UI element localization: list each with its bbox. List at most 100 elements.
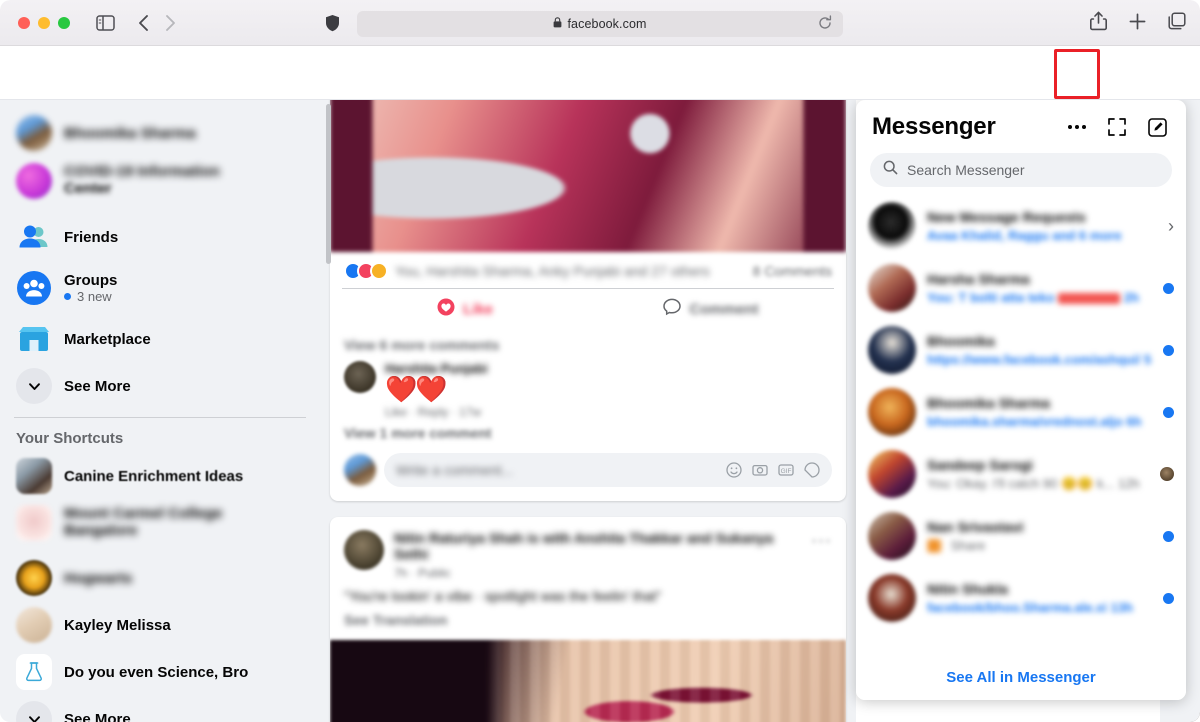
sidebar-item-marketplace[interactable]: Marketplace <box>8 317 312 361</box>
post-reactions-row[interactable]: You, Harshita Sharma, Anky Punjabi and 2… <box>330 252 846 288</box>
comment-item: Harshita Punjabi ❤️❤️ Like · Reply · 17w <box>330 355 846 421</box>
like-button[interactable]: Like <box>342 289 588 329</box>
message-thread-row[interactable]: Sandeep Sarogi You: Okay. I'll catch 90 … <box>856 443 1186 505</box>
minimize-window-button[interactable] <box>38 16 50 29</box>
write-comment-input[interactable]: Write a comment... GIF <box>384 453 832 488</box>
post-body-text: "You're lookin' a vibe · spotlight was t… <box>344 588 662 605</box>
thread-name: Bhoomika Sharma <box>927 395 1050 411</box>
compose-icon[interactable] <box>1144 114 1170 140</box>
unread-indicator <box>1163 406 1174 418</box>
chevron-right-icon[interactable]: › <box>1168 216 1174 237</box>
see-more-label: See More <box>64 710 131 722</box>
avatar <box>868 450 916 498</box>
sidebar-item-see-more[interactable]: See More <box>8 364 312 408</box>
post-photo[interactable] <box>330 100 846 252</box>
friends-icon <box>16 219 52 255</box>
shortcut-item-hogwarts[interactable]: Hogwarts <box>8 556 312 600</box>
sidebar-item-label: See More <box>64 377 131 395</box>
messenger-search-placeholder: Search Messenger <box>907 162 1025 178</box>
post-actions-row: Like Comment <box>342 288 834 329</box>
message-thread-row[interactable]: Nitin Shukla facebook/bhoo.Sharma.ale.xi… <box>856 567 1186 629</box>
shortcuts-see-more[interactable]: See More <box>8 697 312 722</box>
sidebar-item-label: COVID-19 Information <box>64 163 220 180</box>
left-sidebar[interactable]: Bhoomika Sharma COVID-19 Information Cen… <box>0 100 320 722</box>
write-comment-placeholder: Write a comment... <box>396 462 514 479</box>
post-author-title[interactable]: Nitin Raturiya Shah is with Anshita Thak… <box>394 530 801 562</box>
reload-icon[interactable] <box>817 15 835 33</box>
feed-scrollbar[interactable] <box>326 104 331 264</box>
thread-name: Sandeep Sarogi <box>927 456 1033 473</box>
message-thread-row[interactable]: Bhoomika https://www.facebook.com/ashqui… <box>856 319 1186 381</box>
message-thread-row[interactable]: New Message Requests Avaa Khalid, Raggu … <box>856 195 1186 257</box>
shortcut-item-canine-enrichment[interactable]: Canine Enrichment Ideas <box>8 454 312 498</box>
messenger-title: Messenger <box>872 113 996 140</box>
gif-icon[interactable]: GIF <box>778 462 794 478</box>
view-more-comments-link[interactable]: View 6 more comments <box>330 329 846 355</box>
shortcut-thumbnail <box>16 505 52 541</box>
sidebar-item-sub: 3 new <box>64 289 117 304</box>
thread-preview: bhoomika.sharma/vrednost.aljo 6h <box>927 414 1152 429</box>
browser-toolbar-right <box>1090 11 1186 31</box>
messenger-panel[interactable]: Messenger Search Messenger New Message R… <box>856 100 1186 700</box>
window-traffic-lights[interactable] <box>18 16 70 29</box>
avatar[interactable] <box>344 530 384 571</box>
unread-indicator <box>1163 282 1174 294</box>
sidebar-item-covid-center[interactable]: COVID-19 Information Center <box>8 158 312 212</box>
message-thread-row[interactable]: Bhoomika Sharma bhoomika.sharma/vrednost… <box>856 381 1186 443</box>
view-one-more-comment-link[interactable]: View 1 more comment <box>330 421 846 449</box>
avatar <box>868 264 916 312</box>
messenger-thread-list[interactable]: New Message Requests Avaa Khalid, Raggu … <box>856 191 1186 654</box>
emoji-icon[interactable] <box>726 462 742 478</box>
thread-time: 2h <box>1123 290 1140 305</box>
chevron-down-icon <box>16 368 52 404</box>
avatar <box>868 574 916 622</box>
thread-preview: Share <box>927 538 1152 554</box>
sticker-icon[interactable] <box>804 462 820 478</box>
thread-preview: Avaa Khalid, Raggu and 6 more <box>927 228 1122 243</box>
tab-overview-icon[interactable] <box>1168 12 1186 30</box>
facebook-header <box>0 46 1200 100</box>
avatar <box>868 326 916 374</box>
forward-button[interactable] <box>164 14 177 32</box>
expand-icon[interactable] <box>1104 114 1130 140</box>
sidebar-toggle-icon[interactable] <box>96 14 115 31</box>
back-button[interactable] <box>137 14 150 32</box>
privacy-shield-icon[interactable] <box>325 14 340 32</box>
close-window-button[interactable] <box>18 16 30 29</box>
see-all-in-messenger-button[interactable]: See All in Messenger <box>856 654 1186 700</box>
thread-preview-text: You: Okay. I'll catch 90 😊😊 k... <box>927 475 1115 491</box>
thread-preview-text: bhoomika.sharma/vrednost.aljo <box>927 414 1123 429</box>
sidebar-item-profile[interactable]: Bhoomika Sharma <box>8 111 312 155</box>
address-bar[interactable]: facebook.com <box>357 11 843 37</box>
comments-count[interactable]: 8 Comments <box>753 263 832 279</box>
share-icon[interactable] <box>1090 11 1107 31</box>
sidebar-item-label: Marketplace <box>64 330 151 348</box>
thread-name: Nan Srivastavi <box>927 518 1024 535</box>
maximize-window-button[interactable] <box>58 16 70 29</box>
comment-button[interactable]: Comment <box>588 289 834 329</box>
news-feed[interactable]: You, Harshita Sharma, Anky Punjabi and 2… <box>320 100 856 722</box>
redaction-bar <box>1058 293 1121 305</box>
comment-avatar[interactable] <box>344 361 376 393</box>
search-icon <box>883 160 898 180</box>
sidebar-item-friends[interactable]: Friends <box>8 215 312 259</box>
shortcut-item-kayley-melissa[interactable]: Kayley Melissa <box>8 603 312 647</box>
new-tab-icon[interactable] <box>1129 13 1146 30</box>
see-translation-link[interactable]: See Translation <box>330 604 846 640</box>
messenger-search-input[interactable]: Search Messenger <box>870 153 1172 187</box>
message-thread-row[interactable]: Harsha Sharma You: T bolti atta teko 2h <box>856 257 1186 319</box>
comment-meta[interactable]: Like · Reply · 17w <box>385 405 832 419</box>
comment-author[interactable]: Harshita Punjabi <box>385 361 832 376</box>
post-timestamp[interactable]: 7h · Public <box>394 566 801 580</box>
camera-icon[interactable] <box>752 462 768 478</box>
post-options-icon[interactable]: ··· <box>811 530 832 551</box>
shortcut-item-mount-carmel[interactable]: Mount Carmel College Bangalore <box>8 501 312 553</box>
ellipsis-icon[interactable] <box>1064 114 1090 140</box>
sidebar-item-groups[interactable]: Groups 3 new <box>8 262 312 314</box>
message-thread-row[interactable]: Nan Srivastavi Share <box>856 505 1186 567</box>
sidebar-item-sub-text: 3 new <box>77 289 112 304</box>
thread-preview: facebook/bhoo.Sharma.ale.xi 13h <box>927 600 1152 615</box>
shortcut-item-do-you-even-science[interactable]: Do you even Science, Bro <box>8 650 312 694</box>
post-photo[interactable] <box>330 640 846 722</box>
comment-icon <box>663 298 682 320</box>
